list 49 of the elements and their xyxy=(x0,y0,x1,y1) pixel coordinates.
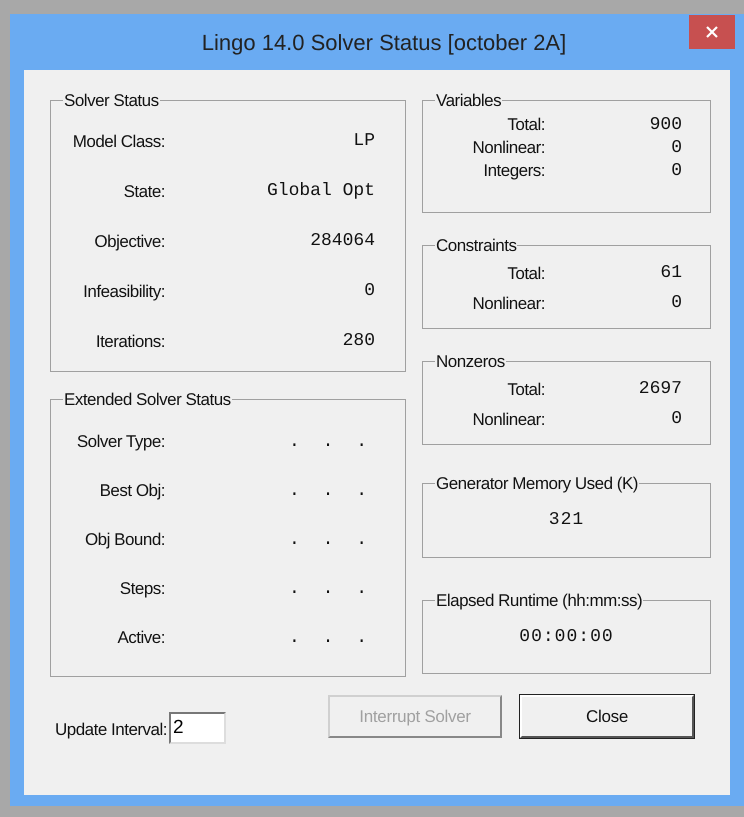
field-value: 280 xyxy=(342,330,376,353)
group-title: Elapsed Runtime (hh:mm:ss) xyxy=(435,590,644,612)
field-value: 900 xyxy=(650,114,683,136)
field-label: Best Obj: xyxy=(98,480,165,502)
field-label: Nonlinear: xyxy=(472,137,545,160)
field-value: . . . xyxy=(288,430,374,454)
field-value: 2697 xyxy=(638,378,683,401)
field-label: Total: xyxy=(506,114,545,136)
field-label: Active: xyxy=(116,627,165,650)
field-value: . . . xyxy=(288,480,374,502)
group-title: Generator Memory Used (K) xyxy=(435,473,639,495)
field-label: Objective: xyxy=(93,230,165,253)
field-value: 0 xyxy=(671,408,683,431)
field-value: . . . xyxy=(288,528,374,552)
close-icon xyxy=(706,26,718,38)
group-title: Variables xyxy=(435,90,502,112)
field-label: Total: xyxy=(506,378,545,401)
close-button[interactable] xyxy=(689,15,735,49)
dialog-button[interactable]: Close xyxy=(520,695,694,738)
field-value: 0 xyxy=(671,136,683,160)
group-title: Nonzeros xyxy=(435,351,506,373)
field-label: Integers: xyxy=(482,160,545,182)
field-value: . . . xyxy=(288,578,374,600)
group-title: Constraints xyxy=(435,235,518,257)
field-label: Update Interval: xyxy=(55,718,168,741)
field-label: Nonlinear: xyxy=(472,292,545,315)
field-value: 284064 xyxy=(310,230,376,253)
window-title: Lingo 14.0 Solver Status [october 2A] xyxy=(200,28,566,57)
field-value: 0 xyxy=(671,292,683,315)
field-label: Obj Bound: xyxy=(84,529,165,552)
field-value: LP xyxy=(353,130,376,153)
field-value: . . . xyxy=(288,626,374,650)
group-title: Solver Status xyxy=(63,90,160,112)
field-label: Total: xyxy=(506,262,545,285)
field-label: Infeasibility: xyxy=(82,280,165,303)
field-label: Nonlinear: xyxy=(472,408,545,431)
field-label: Steps: xyxy=(118,578,165,600)
field-label: Iterations: xyxy=(94,330,165,353)
field-label: Solver Type: xyxy=(76,431,165,454)
field-value: 00:00:00 xyxy=(518,626,615,648)
field-label: State: xyxy=(122,180,165,203)
field-value: 61 xyxy=(660,262,683,285)
field-value: 0 xyxy=(364,280,376,303)
group-title: Extended Solver Status xyxy=(63,389,232,411)
field-value: Global Opt xyxy=(266,180,376,203)
field-value: 0 xyxy=(671,160,683,182)
update-interval-field[interactable]: 2 xyxy=(169,712,226,744)
field-label: Model Class: xyxy=(72,130,165,153)
field-value: 321 xyxy=(548,508,586,532)
